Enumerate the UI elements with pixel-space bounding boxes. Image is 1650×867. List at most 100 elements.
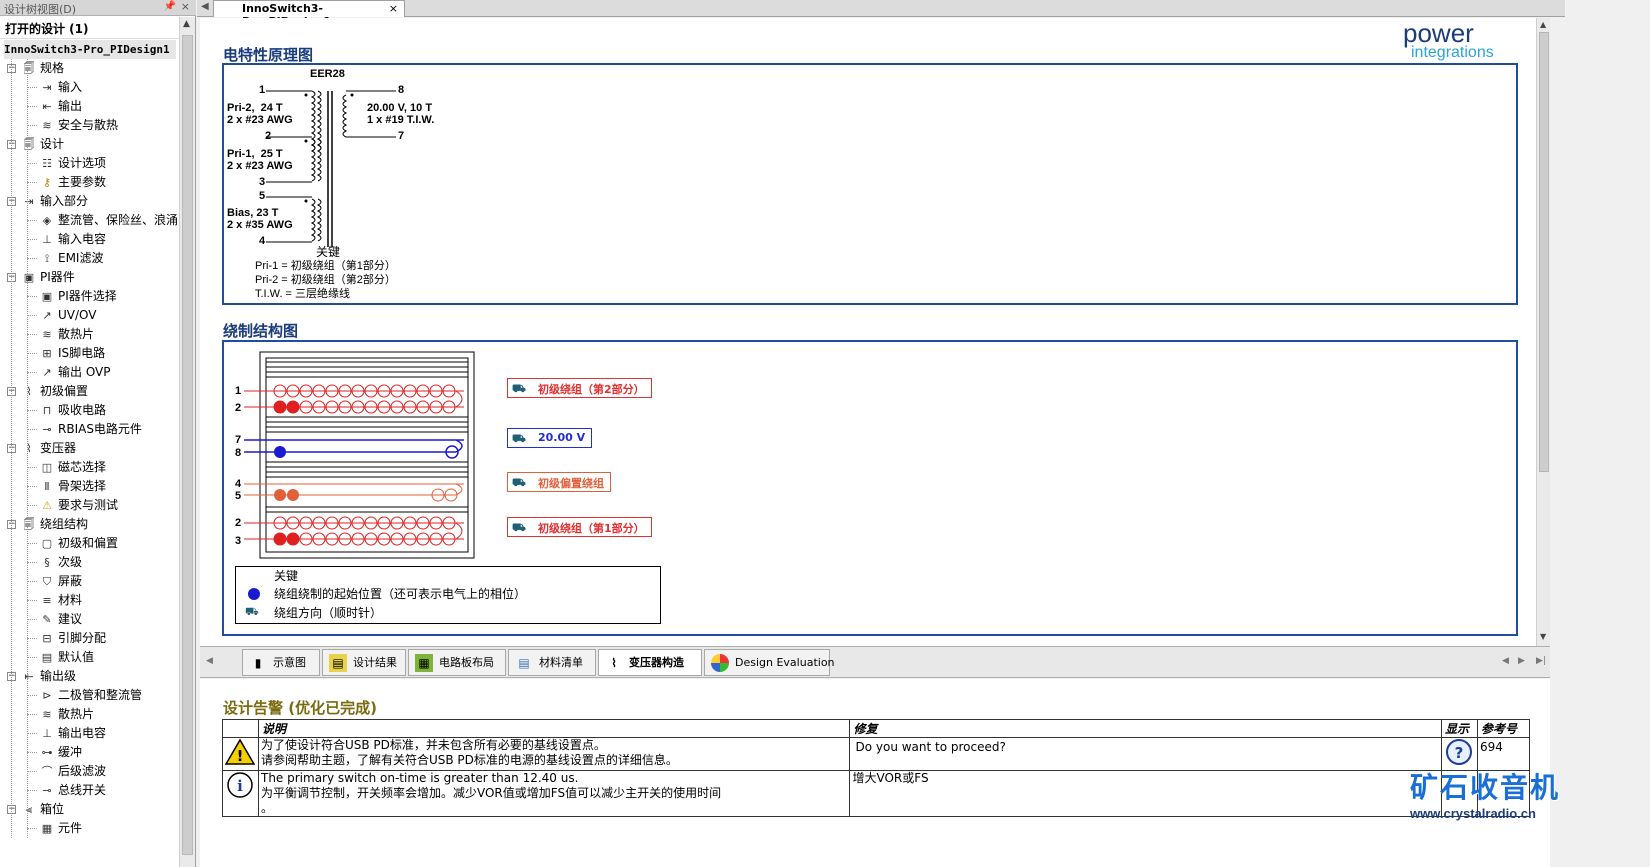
wire-turn [273, 532, 287, 546]
winding-label-text: 20.00 V [538, 431, 586, 444]
tab-pcb-layout[interactable]: ▦ 电路板布局 [408, 649, 506, 676]
tree-root[interactable]: InnoSwitch3-Pro_PIDesign1 [4, 40, 176, 59]
tree-item[interactable]: ≋ 散热片 [40, 705, 94, 724]
pin-icon[interactable]: 📌 [164, 1, 176, 12]
tab-scroll-left-icon[interactable]: ◀ [201, 1, 209, 12]
tree-item[interactable]: ↗ 输出 OVP [40, 363, 110, 382]
tree-item-label: 总线开关 [58, 783, 107, 797]
tab-label: 变压器构造 [629, 656, 684, 669]
tab-prev-icon[interactable]: ◀ [1502, 656, 1509, 666]
tree-item[interactable]: ⌇ 初级偏置 [22, 382, 88, 401]
tab-design-evaluation[interactable]: Design Evaluation [704, 649, 835, 676]
winding-label-secondary[interactable]: ⛟ 20.00 V [507, 428, 593, 448]
tree-item[interactable]: ⊟ 引脚分配 [40, 629, 106, 648]
tree-item[interactable]: ▣ PI器件 [22, 268, 75, 287]
input-icon: ⇥ [24, 195, 34, 208]
tree-item[interactable]: ⇥ 输入部分 [22, 192, 88, 211]
tree-item[interactable]: Ⅱ 骨架选择 [40, 477, 106, 496]
tree-item[interactable]: ⊞ IS脚电路 [40, 344, 105, 363]
tab-label: 材料清单 [539, 656, 583, 669]
table-row[interactable]: i The primary switch on-time is greater … [222, 770, 1531, 817]
tree-connector [27, 619, 37, 620]
tree-item-label: 初级和偏置 [58, 536, 119, 550]
tree-item[interactable]: ⌒ 后级滤波 [40, 762, 107, 781]
schematic-box: EER28 1 2 3 5 4 8 7 Pri-2, 24 T 2 x #23 … [222, 63, 1518, 305]
tab-next-icon[interactable]: ▶ [1518, 656, 1525, 666]
advice-icon: ✎ [42, 613, 52, 626]
tree-item[interactable]: ⚠ 要求与测试 [40, 496, 118, 515]
tree-item[interactable]: ⇤ 输出级 [22, 667, 76, 686]
tree-connector [27, 353, 37, 354]
tree-item[interactable]: ⊳ 二极管和整流管 [40, 686, 142, 705]
description-line: 请参阅帮助主题，了解有关符合USB PD标准的电源的基线设置点的详细信息。 [260, 753, 678, 767]
tree-item[interactable]: ▣ PI器件选择 [40, 287, 117, 306]
tree-connector [27, 638, 37, 639]
tree-item[interactable]: ▤ 默认值 [40, 648, 94, 667]
warnings-title: 设计告警 (优化已完成) [223, 699, 377, 717]
scroll-down-icon[interactable]: ▼ [1540, 632, 1546, 641]
close-icon[interactable]: × [181, 0, 190, 13]
tree-item[interactable]: ⊶ 缓冲 [40, 743, 83, 762]
tree-item[interactable]: ⛉ 屏蔽 [40, 572, 82, 591]
pri1-wire: 2 x #23 AWG [227, 160, 293, 172]
winding-label-text: 初级绕组（第1部分） [538, 522, 645, 535]
tree-item[interactable]: ≋ 安全与散热 [40, 116, 118, 135]
schematic-key-title: 关键 [316, 245, 341, 259]
tree-item[interactable]: ☷ 设计选项 [40, 154, 106, 173]
tree-item[interactable]: ⚷ 主要参数 [40, 173, 106, 192]
tree-item[interactable]: ⌇ 变压器 [22, 439, 76, 458]
scroll-up-icon[interactable]: ▲ [1540, 20, 1546, 29]
tree-item[interactable]: 🗐 规格 [22, 59, 65, 78]
tree-item[interactable]: ⊸ 总线开关 [40, 781, 106, 800]
tab-last-icon[interactable]: ▶| [1536, 656, 1546, 666]
tree-item[interactable]: ◈ 整流管、保险丝、浪涌 [40, 211, 178, 230]
tree-item[interactable]: 🗐 设计 [22, 135, 65, 154]
content-scrollbar[interactable]: ▲ ▼ [1536, 18, 1550, 646]
tree-item[interactable]: 🗐 绕组结构 [22, 515, 89, 534]
tree-item[interactable]: ⟟ EMI滤波 [40, 249, 104, 268]
tab-schematic[interactable]: ▮ 示意图 [242, 649, 320, 676]
table-row[interactable]: ! 为了使设计符合USB PD标准，并未包含所有必要的基线设置点。 请参阅帮助主… [222, 737, 1531, 771]
tree-connector [27, 790, 37, 791]
pri2-wire: 2 x #23 AWG [227, 114, 293, 126]
tree-connector [27, 220, 37, 221]
tree-item[interactable]: ▢ 初级和偏置 [40, 534, 118, 553]
tree-item[interactable]: ⊸ RBIAS电路元件 [40, 420, 142, 439]
tab-label: Design Evaluation [735, 656, 835, 669]
tree-connector [27, 771, 37, 772]
winding-label-primary2[interactable]: ⛟ 初级绕组（第2部分） [507, 378, 652, 398]
tree-item[interactable]: ⇥ 输入 [40, 78, 82, 97]
tree-item-label: 初级偏置 [40, 384, 89, 398]
tree-item[interactable]: ⫷ 箱位 [22, 800, 64, 819]
tab-design-results[interactable]: ▤ 设计结果 [322, 649, 406, 676]
tree-item[interactable]: ≡ 材料 [40, 591, 82, 610]
tree-item[interactable]: ⊥ 输入电容 [40, 230, 106, 249]
tree-item[interactable]: ▦ 元件 [40, 819, 82, 838]
tree-item[interactable]: § 次级 [40, 553, 82, 572]
winding-label-primary1[interactable]: ⛟ 初级绕组（第1部分） [507, 517, 652, 537]
tree-item-label: 默认值 [58, 650, 95, 664]
tree-item[interactable]: ◫ 磁芯选择 [40, 458, 106, 477]
secondary-wire: 1 x #19 T.I.W. [367, 114, 435, 126]
close-tab-icon[interactable]: × [389, 2, 398, 15]
document-tab[interactable]: InnoSwitch3-Pro_PIDesign1 × [213, 0, 405, 28]
tree-item[interactable]: ⊥ 输出电容 [40, 724, 106, 743]
tree-item[interactable]: ✎ 建议 [40, 610, 82, 629]
scroll-thumb[interactable] [1539, 32, 1549, 472]
tree-item-label: RBIAS电路元件 [58, 422, 142, 436]
tree-item[interactable]: ⇤ 输出 [40, 97, 82, 116]
warning-description: 为了使设计符合USB PD标准，并未包含所有必要的基线设置点。 请参阅帮助主题，… [257, 737, 851, 771]
tree-scrollbar[interactable]: ▲ [179, 17, 195, 867]
tree-item[interactable]: ⊓ 吸收电路 [40, 401, 106, 420]
tab-transformer-construction[interactable]: ⌇ 变压器构造 [598, 649, 702, 676]
tree-connector [27, 163, 37, 164]
tab-bom[interactable]: ▤ 材料清单 [508, 649, 596, 676]
tree-item[interactable]: ≋ 散热片 [40, 325, 94, 344]
tab-scroll-left-icon[interactable]: ◀ [206, 656, 213, 666]
tree-connector [27, 59, 28, 838]
tree-item-label: 输入 [58, 80, 83, 94]
scroll-up-icon[interactable]: ▲ [183, 19, 190, 29]
scroll-thumb[interactable] [182, 35, 193, 855]
tree-item[interactable]: ↗ UV/OV [40, 306, 96, 325]
winding-label-bias[interactable]: ⛟ 初级偏置绕组 [507, 472, 611, 492]
